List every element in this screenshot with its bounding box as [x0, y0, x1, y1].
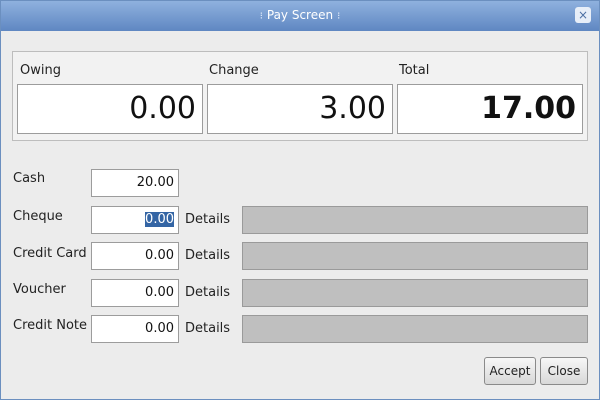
cheque-details-label: Details	[185, 212, 231, 227]
totals-panel: Owing Change Total 0.00 3.00 17.00	[12, 51, 588, 141]
title-decoration-left-icon: ⁝	[259, 11, 263, 22]
accept-button[interactable]: Accept	[484, 357, 536, 385]
credit-card-input[interactable]: 0.00	[91, 242, 179, 270]
voucher-details-field[interactable]	[242, 279, 588, 307]
credit-card-details-label: Details	[185, 248, 231, 263]
close-button[interactable]: Close	[540, 357, 588, 385]
cash-label: Cash	[13, 171, 46, 186]
credit-card-details-field[interactable]	[242, 242, 588, 270]
owing-value: 0.00	[17, 84, 203, 134]
owing-label: Owing	[20, 63, 61, 78]
credit-note-details-field[interactable]	[242, 315, 588, 343]
change-label: Change	[209, 63, 259, 78]
window-close-icon[interactable]: ×	[575, 7, 591, 23]
title-decoration-right-icon: ⁝	[337, 11, 341, 22]
voucher-input[interactable]: 0.00	[91, 279, 179, 307]
cheque-input[interactable]: 0.00	[91, 206, 179, 234]
change-value: 3.00	[207, 84, 393, 134]
voucher-label: Voucher	[13, 282, 66, 297]
cheque-selected-text: 0.00	[145, 212, 174, 227]
total-label: Total	[399, 63, 430, 78]
credit-note-label: Credit Note	[13, 318, 88, 333]
credit-note-details-label: Details	[185, 321, 231, 336]
window-title: ⁝ Pay Screen ⁝	[259, 8, 341, 22]
credit-note-input[interactable]: 0.00	[91, 315, 179, 343]
total-value: 17.00	[397, 84, 583, 134]
credit-card-label: Credit Card	[13, 246, 87, 261]
cheque-label: Cheque	[13, 209, 63, 224]
cash-input[interactable]: 20.00	[91, 169, 179, 197]
cheque-details-field[interactable]	[242, 206, 588, 234]
title-bar[interactable]: ⁝ Pay Screen ⁝ ×	[1, 1, 599, 31]
pay-screen-window: ⁝ Pay Screen ⁝ × Owing Change Total 0.00 3…	[0, 0, 600, 400]
voucher-details-label: Details	[185, 285, 231, 300]
